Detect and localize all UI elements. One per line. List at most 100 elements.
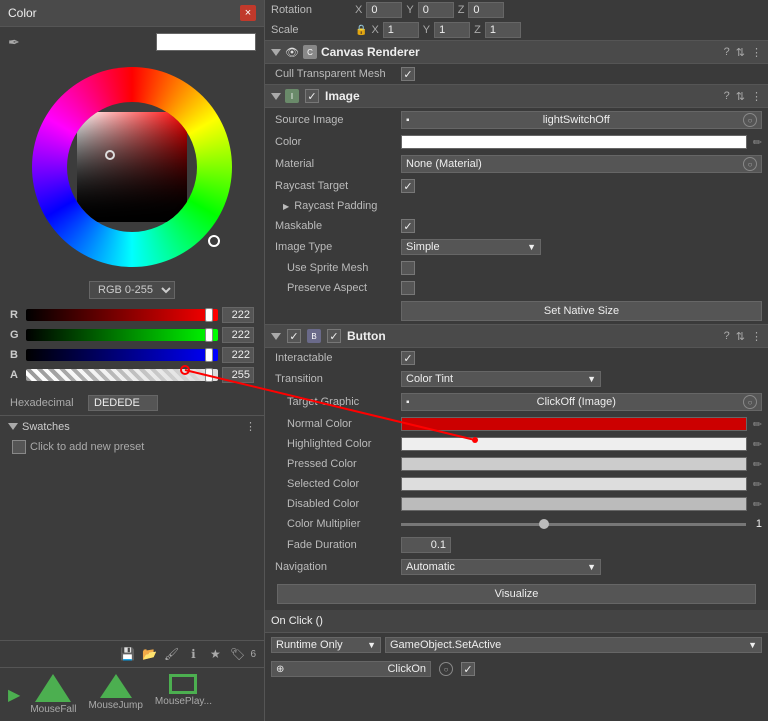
use-sprite-mesh-checkbox[interactable] — [401, 261, 415, 275]
a-value[interactable] — [222, 367, 254, 383]
button-settings-icon[interactable]: ⇅ — [736, 330, 745, 343]
rotation-x[interactable] — [366, 2, 402, 18]
color-multiplier-slider[interactable] — [401, 523, 746, 526]
b-value[interactable] — [222, 347, 254, 363]
source-image-value: ▪ lightSwitchOff ○ — [401, 111, 762, 129]
maskable-checkbox[interactable] — [401, 219, 415, 233]
a-slider[interactable] — [26, 369, 218, 381]
g-value[interactable] — [222, 327, 254, 343]
fade-duration-label: Fade Duration — [271, 539, 401, 551]
pressed-color-edit-icon[interactable]: ✏ — [753, 458, 762, 471]
visualize-button[interactable]: Visualize — [277, 584, 756, 604]
target-graphic-circle[interactable]: ○ — [743, 395, 757, 409]
button-checkbox2[interactable] — [327, 329, 341, 343]
cull-checkbox[interactable] — [401, 67, 415, 81]
color-square[interactable] — [77, 112, 187, 222]
normal-color-edit-icon[interactable]: ✏ — [753, 418, 762, 431]
selected-color-value: ✏ — [401, 477, 762, 491]
interactable-label: Interactable — [271, 352, 401, 364]
tag-icon[interactable]: 🏷 — [228, 645, 246, 663]
brush-icon[interactable]: 🖌 — [162, 645, 180, 663]
load-icon[interactable]: 📂 — [140, 645, 158, 663]
source-image-field[interactable]: ▪ lightSwitchOff ○ — [401, 111, 762, 129]
canvas-menu-icon[interactable]: ⋮ — [751, 46, 762, 59]
on-click-checkbox[interactable] — [461, 662, 475, 676]
image-enabled-checkbox[interactable] — [305, 89, 319, 103]
scale-y[interactable] — [434, 22, 470, 38]
rotation-z[interactable] — [468, 2, 504, 18]
canvas-renderer-toggle[interactable] — [271, 49, 281, 56]
info-icon[interactable]: ℹ — [184, 645, 202, 663]
eye-icon[interactable]: 👁 — [285, 46, 299, 59]
disabled-color-edit-icon[interactable]: ✏ — [753, 498, 762, 511]
rgb-mode-select[interactable]: RGB 0-255 — [89, 281, 175, 299]
set-native-size-button[interactable]: Set Native Size — [401, 301, 762, 321]
canvas-settings-icon[interactable]: ⇅ — [736, 46, 745, 59]
image-color-edit-icon[interactable]: ✏ — [753, 136, 762, 149]
hex-input[interactable] — [88, 395, 158, 411]
interactable-checkbox[interactable] — [401, 351, 415, 365]
image-type-dropdown[interactable]: Simple ▼ — [401, 239, 541, 255]
on-click-object-field[interactable]: ⊕ ClickOn — [271, 661, 431, 677]
canvas-question-icon[interactable]: ? — [724, 46, 730, 58]
image-color-swatch[interactable] — [401, 135, 747, 149]
close-button[interactable]: × — [240, 5, 256, 21]
button-enabled-checkbox[interactable] — [287, 329, 301, 343]
image-settings-icon[interactable]: ⇅ — [736, 90, 745, 103]
scale-x[interactable] — [383, 22, 419, 38]
g-slider[interactable] — [26, 329, 218, 341]
add-preset-row[interactable]: Click to add new preset — [8, 437, 256, 457]
scale-z[interactable] — [485, 22, 521, 38]
highlighted-color-edit-icon[interactable]: ✏ — [753, 438, 762, 451]
material-circle[interactable]: ○ — [743, 157, 757, 171]
rotation-y[interactable] — [418, 2, 454, 18]
transition-dropdown[interactable]: Color Tint ▼ — [401, 371, 601, 387]
source-image-row: Source Image ▪ lightSwitchOff ○ — [265, 108, 768, 132]
selected-color-edit-icon[interactable]: ✏ — [753, 478, 762, 491]
r-slider[interactable] — [26, 309, 218, 321]
r-value[interactable] — [222, 307, 254, 323]
image-question-icon[interactable]: ? — [724, 90, 730, 102]
pressed-color-swatch[interactable] — [401, 457, 747, 471]
runtime-only-arrow: ▼ — [367, 640, 376, 650]
rotation-x-label: X — [355, 4, 362, 16]
eyedropper-icon[interactable]: ✒ — [8, 34, 20, 51]
color-wheel-container[interactable] — [0, 57, 264, 277]
source-image-circle[interactable]: ○ — [743, 113, 757, 127]
runtime-only-dropdown[interactable]: Runtime Only ▼ — [271, 637, 381, 653]
button-question-icon[interactable]: ? — [724, 330, 730, 342]
raycast-target-checkbox[interactable] — [401, 179, 415, 193]
selected-color-swatch[interactable] — [401, 477, 747, 491]
target-graphic-name: ClickOff (Image) — [537, 396, 616, 408]
highlighted-color-swatch[interactable] — [401, 437, 747, 451]
swatches-toggle-icon[interactable] — [8, 423, 18, 430]
bottom-toolbar: 💾 📂 🖌 ℹ ★ 🏷 6 — [0, 640, 264, 667]
button-toggle[interactable] — [271, 333, 281, 340]
swatches-menu-icon[interactable]: ⋮ — [245, 420, 256, 433]
color-wheel[interactable] — [32, 67, 232, 267]
disabled-color-value: ✏ — [401, 497, 762, 511]
disabled-color-swatch[interactable] — [401, 497, 747, 511]
normal-color-swatch[interactable] — [401, 417, 747, 431]
button-menu-icon[interactable]: ⋮ — [751, 330, 762, 343]
b-slider[interactable] — [26, 349, 218, 361]
preserve-aspect-checkbox[interactable] — [401, 281, 415, 295]
transition-text: Color Tint — [406, 373, 453, 385]
image-menu-icon[interactable]: ⋮ — [751, 90, 762, 103]
color-preview[interactable] — [156, 33, 256, 51]
fade-duration-input[interactable] — [401, 537, 451, 553]
save-icon[interactable]: 💾 — [118, 645, 136, 663]
target-graphic-field[interactable]: ▪ ClickOff (Image) ○ — [401, 393, 762, 411]
button-title: Button — [347, 329, 386, 343]
hex-row: Hexadecimal — [0, 391, 264, 415]
on-click-object-circle[interactable]: ○ — [439, 662, 453, 676]
star-icon[interactable]: ★ — [206, 645, 224, 663]
image-toggle[interactable] — [271, 93, 281, 100]
lock-icon[interactable]: 🔒 — [355, 25, 367, 36]
set-native-size-row: Set Native Size — [265, 298, 768, 324]
navigation-dropdown[interactable]: Automatic ▼ — [401, 559, 601, 575]
play-button[interactable]: ▶ — [8, 685, 20, 705]
material-field[interactable]: None (Material) ○ — [401, 155, 762, 173]
raycast-target-row: Raycast Target — [265, 176, 768, 196]
method-dropdown[interactable]: GameObject.SetActive ▼ — [385, 637, 762, 653]
